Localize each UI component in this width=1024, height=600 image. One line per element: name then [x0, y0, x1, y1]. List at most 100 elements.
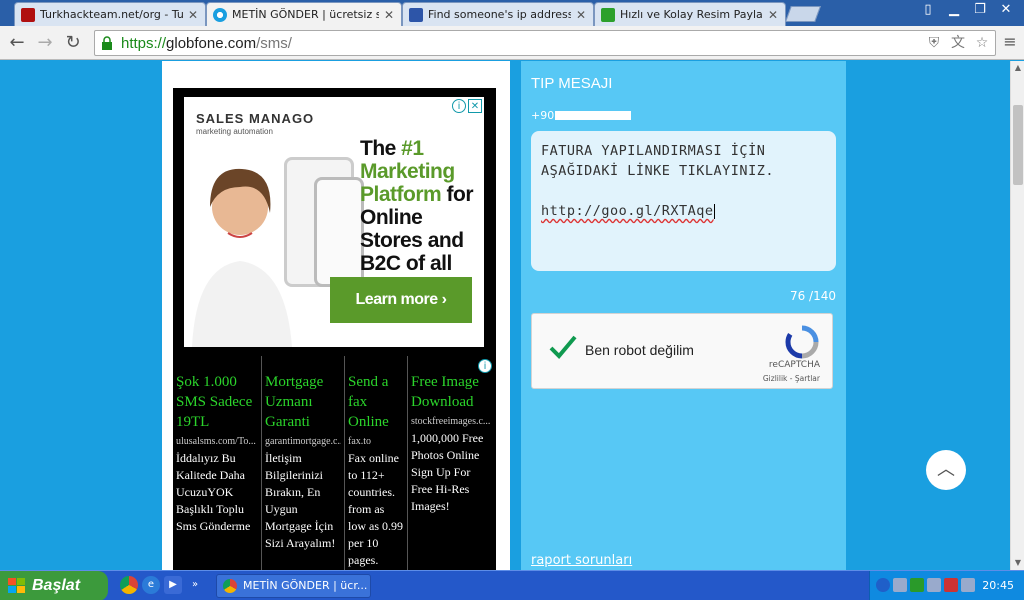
- media-player-icon[interactable]: ▶: [164, 576, 182, 594]
- volume-icon[interactable]: [927, 578, 941, 592]
- close-window-icon[interactable]: ✕: [994, 1, 1018, 19]
- window-controls: ▯ ▁ ❐ ✕: [916, 1, 1018, 19]
- text-ad-description: İddalıyız Bu Kalitede Daha UcuzuYOK Başl…: [176, 451, 251, 533]
- country-code: +90: [531, 109, 555, 122]
- ad-info-icon[interactable]: i: [452, 99, 466, 113]
- recaptcha-widget[interactable]: Ben robot değilim reCAPTCHA Gizlilik - Ş…: [531, 313, 833, 389]
- sms-panel: TIP MESAJI +90 FATURA YAPILANDIRMASI İÇİ…: [521, 61, 846, 570]
- text-ads: i Şok 1.000 SMS Sadece 19TL ulusalsms.co…: [173, 356, 496, 570]
- text-ad-title[interactable]: Free Image Download: [411, 372, 493, 412]
- message-line: FATURA YAPILANDIRMASI İÇİN: [541, 143, 766, 159]
- start-label: Başlat: [32, 577, 81, 594]
- tab-turkhackteam[interactable]: Turkhackteam.net/org - Turk ✕: [14, 2, 206, 26]
- url-scheme: https://: [121, 34, 167, 52]
- brand-logo: SALES MANAGO marketing automation: [196, 111, 314, 136]
- text-ad-url: stockfreeimages.c...: [411, 416, 491, 427]
- display-icon[interactable]: [961, 578, 975, 592]
- recaptcha-terms[interactable]: Gizlilik - Şartlar: [763, 374, 820, 383]
- tab-title: Find someone's ip address »: [428, 8, 571, 21]
- shield-icon[interactable]: ⛨: [925, 34, 943, 52]
- translate-icon[interactable]: 文: [949, 34, 967, 52]
- checkmark-icon[interactable]: [548, 332, 578, 362]
- tab-title: Turkhackteam.net/org - Turk: [40, 8, 183, 21]
- taskbar-window-button[interactable]: METİN GÖNDER | ücr...: [216, 574, 371, 598]
- user-icon[interactable]: ▯: [916, 1, 940, 19]
- minimize-icon[interactable]: ▁: [942, 1, 966, 19]
- brand-name: SALES MANAGO: [196, 111, 315, 126]
- address-bar[interactable]: https://globfone.com/sms/ ⛨ 文 ☆: [94, 30, 996, 56]
- close-tab-icon[interactable]: ✕: [383, 8, 395, 22]
- tray-icons: [876, 578, 975, 592]
- internet-explorer-icon[interactable]: e: [142, 576, 160, 594]
- turkhackteam-favicon-icon: [21, 7, 35, 22]
- text-ad-description: Fax online to 112+ countries. from as lo…: [348, 451, 403, 567]
- text-ad[interactable]: Free Image Download stockfreeimages.c...…: [408, 356, 496, 570]
- ip-favicon-icon: [409, 7, 423, 22]
- ad-choices: i ✕: [452, 99, 482, 113]
- close-tab-icon[interactable]: ✕: [187, 8, 199, 22]
- text-ad-url: garantimortgage.c...: [265, 436, 341, 447]
- text-ad-url: fax.to: [348, 436, 372, 447]
- ad-close-icon[interactable]: ✕: [468, 99, 482, 113]
- restore-icon[interactable]: ❐: [968, 1, 992, 19]
- tray-arrow-icon[interactable]: [876, 578, 890, 592]
- browser-tab-strip: Turkhackteam.net/org - Turk ✕ METİN GÖND…: [0, 0, 1024, 26]
- network-icon[interactable]: [893, 578, 907, 592]
- tab-resim-paylasim[interactable]: Hızlı ve Kolay Resim Paylaşım ✕: [594, 2, 786, 26]
- security-icon[interactable]: [910, 578, 924, 592]
- scroll-thumb[interactable]: [1013, 105, 1023, 185]
- message-link: http://goo.gl/RXTAqe: [541, 203, 714, 219]
- chrome-icon[interactable]: [120, 576, 138, 594]
- text-ad-description: 1,000,000 Free Photos Online Sign Up For…: [411, 431, 484, 513]
- system-tray: 20:45: [869, 571, 1024, 600]
- brand-subtitle: marketing automation: [196, 127, 273, 136]
- url-path: /sms/: [256, 34, 292, 52]
- ad-info-icon[interactable]: i: [478, 359, 492, 373]
- text-ad-description: İletişim Bilgilerinizi Bırakın, En Uygun…: [265, 451, 336, 550]
- scroll-to-top-button[interactable]: ︿: [926, 450, 966, 490]
- text-ad-url: ulusalsms.com/To...: [176, 436, 256, 447]
- forward-arrow-icon[interactable]: →: [34, 32, 56, 54]
- page-content: i ✕ SALES MANAGO marketing automation Th…: [0, 61, 1010, 570]
- captcha-label: Ben robot değilim: [585, 342, 694, 358]
- taskbar-window-title: METİN GÖNDER | ücr...: [243, 579, 368, 592]
- start-button[interactable]: Başlat: [0, 571, 108, 600]
- page-scrollbar[interactable]: ▲ ▼: [1010, 61, 1024, 570]
- report-problems-link[interactable]: raport sorunları: [531, 553, 632, 568]
- character-counter: 76 /140: [789, 289, 836, 303]
- close-tab-icon[interactable]: ✕: [575, 8, 587, 22]
- text-ad[interactable]: Send a fax Online fax.to Fax online to 1…: [345, 356, 408, 570]
- learn-more-button[interactable]: Learn more ›: [330, 277, 472, 323]
- close-tab-icon[interactable]: ✕: [767, 8, 779, 22]
- tab-find-ip[interactable]: Find someone's ip address » ✕: [402, 2, 594, 26]
- tab-title: Hızlı ve Kolay Resim Paylaşım: [620, 8, 763, 21]
- banner-ad[interactable]: i ✕ SALES MANAGO marketing automation Th…: [184, 97, 484, 347]
- lock-icon: [102, 36, 112, 50]
- bookmark-star-icon[interactable]: ☆: [973, 34, 991, 52]
- windows-taskbar: Başlat e ▶ » METİN GÖNDER | ücr... 20:45: [0, 570, 1024, 600]
- message-line: AŞAĞIDAKİ LİNKE TIKLAYINIZ.: [541, 163, 774, 179]
- text-ad[interactable]: Şok 1.000 SMS Sadece 19TL ulusalsms.com/…: [173, 356, 262, 570]
- scroll-up-icon[interactable]: ▲: [1011, 61, 1024, 75]
- headline-part: The: [360, 137, 402, 160]
- scroll-down-icon[interactable]: ▼: [1011, 556, 1024, 570]
- new-tab-button[interactable]: [785, 6, 821, 22]
- clock: 20:45: [982, 579, 1014, 592]
- reload-icon[interactable]: ↻: [62, 32, 84, 54]
- url-host: globfone.com: [166, 34, 257, 52]
- recaptcha-logo-icon: [785, 325, 819, 359]
- text-ad-title[interactable]: Mortgage Uzmanı Garanti: [265, 372, 341, 432]
- text-ad-title[interactable]: Şok 1.000 SMS Sadece 19TL: [176, 372, 258, 432]
- phone-number-field[interactable]: +90: [531, 109, 632, 122]
- ad-container: i ✕ SALES MANAGO marketing automation Th…: [173, 88, 496, 570]
- tab-metin-gonder[interactable]: METİN GÖNDER | ücretsiz sm ✕: [206, 2, 402, 26]
- menu-icon[interactable]: ≡: [1002, 34, 1018, 50]
- back-arrow-icon[interactable]: ←: [6, 32, 28, 54]
- message-textarea[interactable]: FATURA YAPILANDIRMASI İÇİN AŞAĞIDAKİ LİN…: [531, 131, 836, 271]
- more-chevron-icon[interactable]: »: [186, 576, 204, 594]
- text-ad-title[interactable]: Send a fax Online: [348, 372, 404, 432]
- sms-title: TIP MESAJI: [531, 75, 613, 92]
- ad-headline: The #1 Marketing Platform for Online Sto…: [360, 137, 480, 298]
- language-icon[interactable]: [944, 578, 958, 592]
- text-ad[interactable]: Mortgage Uzmanı Garanti garantimortgage.…: [262, 356, 345, 570]
